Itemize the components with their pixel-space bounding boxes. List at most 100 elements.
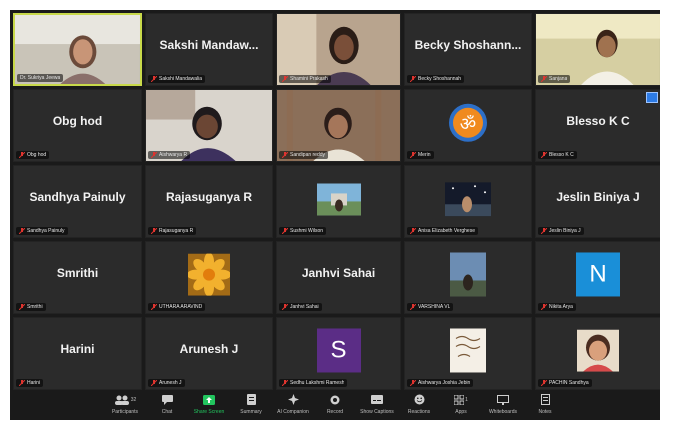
apps-button[interactable]: 1 Apps <box>440 390 482 420</box>
name-label: Nikita Arya <box>538 303 576 311</box>
participants-button[interactable]: 32 Participants <box>104 390 146 420</box>
ai-companion-button[interactable]: AI Companion <box>272 390 314 420</box>
participant-tile[interactable]: UTHARA ARAVIND <box>145 241 273 314</box>
record-icon <box>330 395 340 404</box>
muted-mic-icon <box>410 76 416 82</box>
participant-name: Jeslin Biniya J <box>556 190 640 204</box>
participant-tile[interactable]: Aishwarya R <box>145 89 273 162</box>
name-label: Dr. Sukriya Jeewa <box>17 74 64 82</box>
name-label: Obg hod <box>16 151 50 159</box>
name-label: Sanjana <box>538 75 571 83</box>
participant-name: Janhvi Sahai <box>301 266 376 280</box>
ai-companion-icon <box>287 394 299 405</box>
name-label: Rajasuganya R <box>148 227 197 235</box>
name-label: Shamini Prakash <box>279 75 331 83</box>
participant-name: Sandhya Painuly <box>29 190 126 204</box>
whiteboards-icon <box>497 394 509 405</box>
muted-mic-icon <box>151 228 157 234</box>
participant-tile[interactable]: Dr. Sukriya Jeewa <box>13 13 142 86</box>
letter-avatar: N <box>576 251 620 296</box>
name-label: Arunesh J <box>148 379 185 387</box>
participant-tile[interactable]: PACHIN Sandhya <box>535 317 660 390</box>
name-label: Harini <box>16 379 44 387</box>
participant-name: Rajasuganya R <box>165 190 253 204</box>
name-label: Anisa Elizabeth Verghese <box>407 227 478 235</box>
participants-icon <box>114 395 129 405</box>
participant-name: Obg hod <box>52 114 103 128</box>
participant-tile[interactable]: Rajasuganya R Rajasuganya R <box>145 165 273 238</box>
night-avatar <box>445 181 491 216</box>
om-logo-icon: ॐ <box>449 103 487 142</box>
meeting-toolbar: 32 Participants Chat Share Screen Summar… <box>10 390 660 420</box>
landscape-avatar <box>316 182 361 215</box>
muted-mic-icon <box>151 304 157 310</box>
participant-tile[interactable]: N Nikita Arya <box>535 241 660 314</box>
muted-mic-icon <box>151 152 157 158</box>
participant-tile[interactable]: Janhvi Sahai Janhvi Sahai <box>276 241 401 314</box>
participant-tile[interactable]: Anisa Elizabeth Verghese <box>404 165 532 238</box>
participant-tile[interactable]: Sakshi Mandaw... Sakshi Mandawalia <box>145 13 273 86</box>
name-label: Sakshi Mandawalia <box>148 75 206 83</box>
chat-button[interactable]: Chat <box>146 390 188 420</box>
participant-name: Blesso K C <box>566 114 630 128</box>
participant-name: Becky Shoshann... <box>414 38 522 52</box>
muted-mic-icon <box>151 380 157 386</box>
record-button[interactable]: Record <box>314 390 356 420</box>
participant-tile[interactable]: Sandhya Painuly Sandhya Painuly <box>13 165 142 238</box>
muted-mic-icon <box>410 228 416 234</box>
name-label: Blesso K C <box>538 151 577 159</box>
name-label: Becky Shoshannah <box>407 75 465 83</box>
participant-tile[interactable]: Sandipan reddy <box>276 89 401 162</box>
video-grid: Dr. Sukriya Jeewa Sakshi Mandaw... Saksh… <box>13 13 660 390</box>
muted-mic-icon <box>19 304 25 310</box>
participant-tile[interactable]: Shamini Prakash <box>276 13 401 86</box>
participant-tile[interactable]: Smrithi Smrithi <box>13 241 142 314</box>
name-label: Sedhu Lakshmi Ramesh <box>279 379 348 387</box>
child-avatar <box>577 329 619 372</box>
notes-button[interactable]: Notes <box>524 390 566 420</box>
participant-tile[interactable]: Aishwarya Joshia Jebin <box>404 317 532 390</box>
flower-avatar <box>188 253 230 296</box>
participant-tile[interactable]: VARSHINA VL <box>404 241 532 314</box>
muted-mic-icon <box>541 76 547 82</box>
note-avatar <box>450 327 486 372</box>
participant-tile[interactable]: Becky Shoshann... Becky Shoshannah <box>404 13 532 86</box>
captions-button[interactable]: Show Captions <box>356 390 398 420</box>
name-label: Jeslin Biniya J <box>538 227 584 235</box>
participant-tile[interactable]: Arunesh J Arunesh J <box>145 317 273 390</box>
summary-button[interactable]: Summary <box>230 390 272 420</box>
participant-tile[interactable]: Blesso K C Blesso K C <box>535 89 660 162</box>
muted-mic-icon <box>282 304 288 310</box>
sky-avatar <box>450 251 486 296</box>
name-label: VARSHINA VL <box>407 303 454 311</box>
muted-mic-icon <box>541 304 547 310</box>
participant-name: Harini <box>60 342 95 356</box>
share-screen-button[interactable]: Share Screen <box>188 390 230 420</box>
summary-icon <box>246 394 256 405</box>
participant-tile[interactable]: ॐ Merin <box>404 89 532 162</box>
participant-tile[interactable]: Harini Harini <box>13 317 142 390</box>
participant-tile[interactable]: Sushmi Wilson <box>276 165 401 238</box>
muted-mic-icon <box>282 152 288 158</box>
reactions-button[interactable]: Reactions <box>398 390 440 420</box>
muted-mic-icon <box>19 228 25 234</box>
name-label: Sandhya Painuly <box>16 227 68 235</box>
participant-tile[interactable]: Sanjana <box>535 13 660 86</box>
whiteboards-button[interactable]: Whiteboards <box>482 390 524 420</box>
muted-mic-icon <box>282 228 288 234</box>
muted-mic-icon <box>282 380 288 386</box>
muted-mic-icon <box>151 76 157 82</box>
name-label: Sandipan reddy <box>279 151 329 159</box>
muted-mic-icon <box>410 304 416 310</box>
participant-name: Arunesh J <box>179 342 239 356</box>
notes-icon <box>540 394 550 405</box>
apps-icon <box>454 394 465 405</box>
name-label: Janhvi Sahai <box>279 303 322 311</box>
share-screen-icon <box>203 394 215 405</box>
participant-tile[interactable]: Jeslin Biniya J Jeslin Biniya J <box>535 165 660 238</box>
participant-tile[interactable]: Obg hod Obg hod <box>13 89 142 162</box>
muted-mic-icon <box>282 76 288 82</box>
participant-name: Smrithi <box>56 266 99 280</box>
muted-mic-icon <box>541 380 547 386</box>
participant-tile[interactable]: S Sedhu Lakshmi Ramesh <box>276 317 401 390</box>
